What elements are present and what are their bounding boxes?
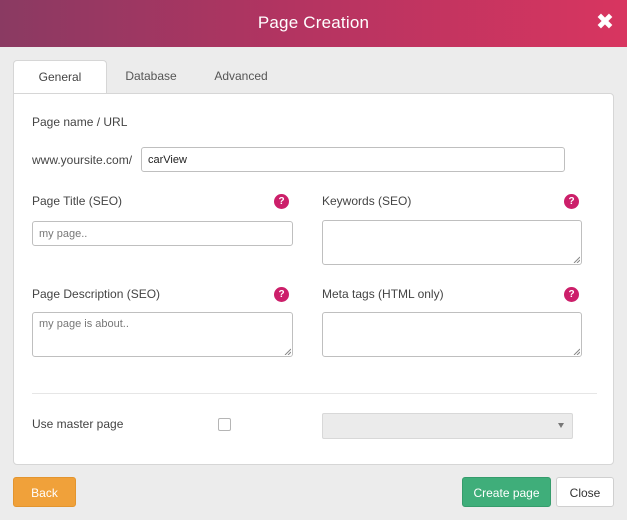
page-title-input[interactable] <box>32 221 293 246</box>
master-page-checkbox[interactable] <box>218 418 231 431</box>
master-page-label: Use master page <box>32 417 124 431</box>
back-button[interactable]: Back <box>13 477 76 507</box>
divider <box>32 393 597 394</box>
tab-database[interactable]: Database <box>111 60 191 93</box>
keywords-label: Keywords (SEO) <box>322 194 412 208</box>
description-label: Page Description (SEO) <box>32 287 161 301</box>
create-page-button[interactable]: Create page <box>462 477 551 507</box>
tab-general[interactable]: General <box>13 60 107 95</box>
close-icon[interactable]: ✖ <box>595 11 615 33</box>
help-icon[interactable]: ? <box>564 194 579 209</box>
help-icon[interactable]: ? <box>274 194 289 209</box>
meta-tags-textarea[interactable] <box>322 312 582 357</box>
dialog-title: Page Creation <box>257 13 370 32</box>
master-page-select[interactable] <box>322 413 573 439</box>
help-icon[interactable]: ? <box>564 287 579 302</box>
chevron-down-icon <box>558 423 564 428</box>
general-panel: Page name / URL www.yoursite.com/ Page T… <box>13 93 614 465</box>
dialog-header: Page Creation ✖ <box>0 0 627 47</box>
close-button[interactable]: Close <box>556 477 614 507</box>
page-name-input[interactable] <box>141 147 565 172</box>
tab-advanced[interactable]: Advanced <box>201 60 281 93</box>
description-field-wrap <box>32 312 293 357</box>
meta-tags-field-wrap <box>322 312 582 357</box>
help-icon[interactable]: ? <box>274 287 289 302</box>
meta-tags-label: Meta tags (HTML only) <box>322 287 444 301</box>
description-textarea[interactable] <box>32 312 293 357</box>
page-title-label: Page Title (SEO) <box>32 194 123 208</box>
keywords-textarea[interactable] <box>322 220 582 265</box>
page-name-label: Page name / URL <box>32 115 128 129</box>
url-prefix: www.yoursite.com/ <box>32 153 133 167</box>
keywords-field-wrap <box>322 220 582 265</box>
